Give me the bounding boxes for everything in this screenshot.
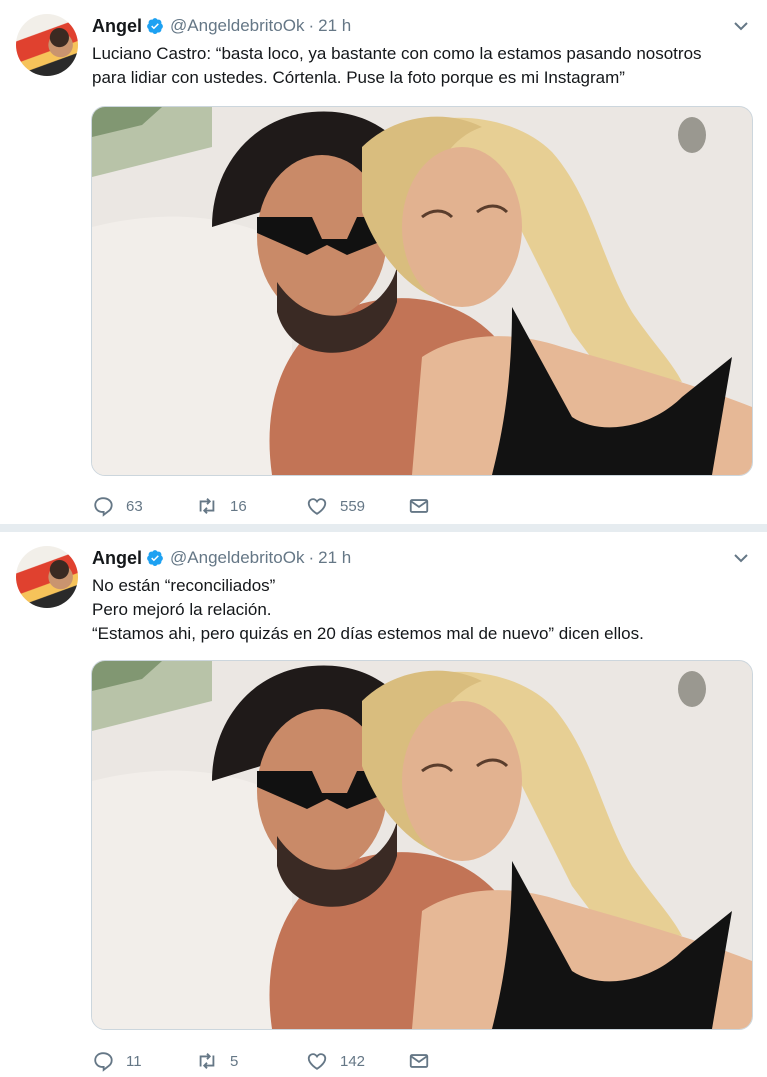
retweet-icon	[196, 1050, 218, 1072]
separator-dot: ·	[308, 16, 315, 35]
action-bar: 11 5 142	[92, 1049, 430, 1073]
tweet-text-line: Luciano Castro: “basta loco, ya bastante…	[92, 44, 702, 63]
retweet-count: 5	[230, 1052, 239, 1070]
direct-message-button[interactable]	[408, 1050, 430, 1072]
selfie-photo-image	[92, 107, 752, 475]
separator-dot: ·	[308, 548, 315, 567]
like-count: 559	[340, 497, 366, 515]
author-handle[interactable]: @AngeldebritoOk	[170, 16, 304, 36]
heart-icon	[306, 495, 328, 517]
author-handle[interactable]: @AngeldebritoOk	[170, 548, 304, 568]
selfie-photo-image	[92, 661, 752, 1029]
tweet-text: Luciano Castro: “basta loco, ya bastante…	[92, 42, 752, 90]
reply-count: 63	[126, 497, 143, 515]
tweet-header: Angel @AngeldebritoOk · 21 h	[92, 546, 351, 570]
reply-icon	[92, 1050, 114, 1072]
like-button[interactable]: 559	[306, 495, 408, 517]
retweet-button[interactable]: 5	[196, 1050, 306, 1072]
like-button[interactable]: 142	[306, 1050, 408, 1072]
avatar[interactable]	[16, 14, 78, 76]
tweet-divider	[0, 524, 767, 532]
heart-icon	[306, 1050, 328, 1072]
tweet-photo[interactable]	[91, 106, 753, 476]
author-name[interactable]: Angel	[92, 548, 142, 569]
verified-badge-icon	[146, 549, 164, 567]
envelope-icon	[408, 1050, 430, 1072]
retweet-icon	[196, 495, 218, 517]
avatar[interactable]	[16, 546, 78, 608]
like-count: 142	[340, 1052, 366, 1070]
chevron-down-icon[interactable]	[733, 550, 749, 566]
verified-badge-icon	[146, 17, 164, 35]
tweet-text: No están “reconciliados” Pero mejoró la …	[92, 574, 752, 646]
author-name[interactable]: Angel	[92, 16, 142, 37]
tweet-text-line: Pero mejoró la relación.	[92, 600, 272, 619]
envelope-icon	[408, 495, 430, 517]
tweet-text-line: para lidiar con ustedes. Córtenla. Puse …	[92, 68, 625, 87]
tweet-text-line: “Estamos ahi, pero quizás en 20 días est…	[92, 624, 644, 643]
reply-count: 11	[126, 1052, 142, 1070]
reply-button[interactable]: 11	[92, 1050, 196, 1072]
tweet-text-line: No están “reconciliados”	[92, 576, 276, 595]
tweet-1[interactable]: Angel @AngeldebritoOk · 21 h Luciano Cas…	[0, 0, 767, 524]
chevron-down-icon[interactable]	[733, 18, 749, 34]
reply-icon	[92, 495, 114, 517]
tweet-2[interactable]: Angel @AngeldebritoOk · 21 h No están “r…	[0, 532, 767, 1077]
action-bar: 63 16 559	[92, 494, 430, 518]
reply-button[interactable]: 63	[92, 495, 196, 517]
tweet-header: Angel @AngeldebritoOk · 21 h	[92, 14, 351, 38]
direct-message-button[interactable]	[408, 495, 430, 517]
retweet-count: 16	[230, 497, 247, 515]
timestamp[interactable]: 21 h	[318, 548, 351, 568]
retweet-button[interactable]: 16	[196, 495, 306, 517]
tweet-photo[interactable]	[91, 660, 753, 1030]
timestamp[interactable]: 21 h	[318, 16, 351, 36]
